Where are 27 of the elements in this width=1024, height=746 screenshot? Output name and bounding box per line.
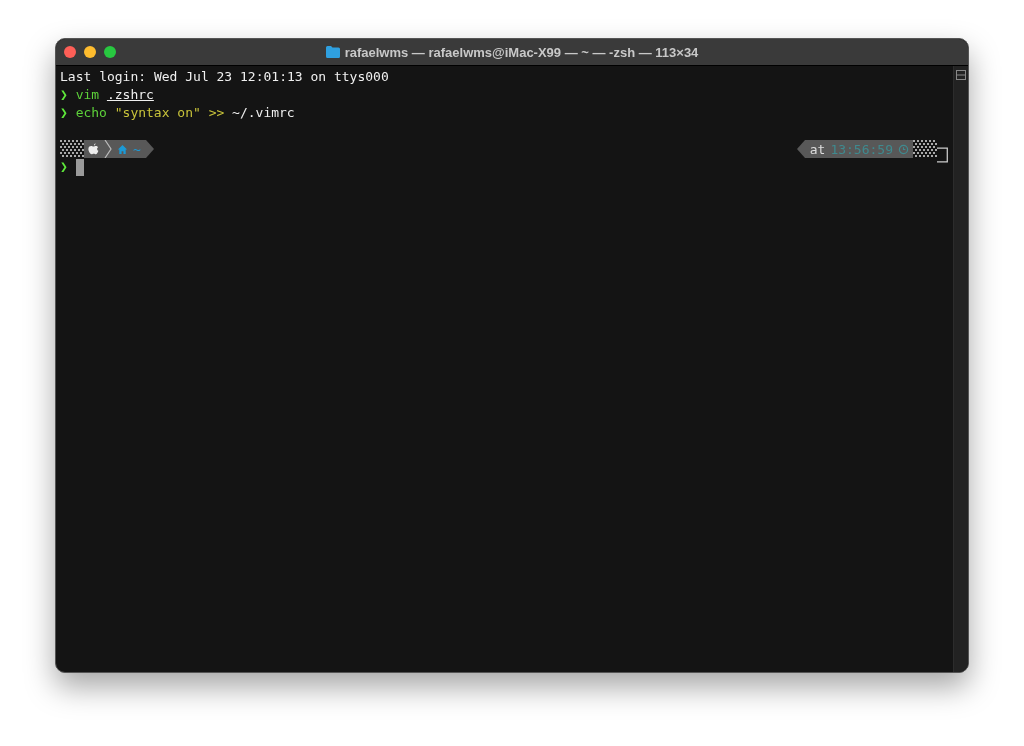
minimize-button[interactable]	[84, 46, 96, 58]
folder-icon	[325, 46, 340, 58]
apple-icon	[88, 142, 99, 156]
terminal-text: echo	[75, 104, 107, 122]
at-label: at	[809, 141, 826, 157]
text-cursor	[75, 158, 84, 176]
scrollbar[interactable]	[953, 66, 968, 672]
dither-block-icon	[913, 140, 937, 158]
home-icon	[117, 143, 128, 155]
split-pane-icon[interactable]	[956, 70, 966, 80]
terminal-text: .zshrc	[106, 86, 154, 104]
dither-block-icon	[60, 140, 84, 158]
corner-bracket-icon	[937, 145, 949, 165]
terminal-text: "syntax on"	[114, 104, 201, 122]
close-button[interactable]	[64, 46, 76, 58]
terminal-text: vim	[75, 86, 100, 104]
zoom-button[interactable]	[104, 46, 116, 58]
prompt-symbol: ❯	[60, 158, 68, 176]
clock-icon	[898, 143, 909, 155]
terminal-text: Last login: Wed Jul 23 12:01:13 on ttys000	[60, 68, 389, 86]
window-title: rafaelwms — rafaelwms@iMac-X99 — ~ — -zsh — 113×34	[344, 44, 699, 60]
chevron-separator-icon	[104, 140, 112, 158]
directory-label: ~	[133, 141, 141, 157]
terminal-text: >>	[208, 104, 225, 122]
terminal-text: ~/.vimrc	[232, 104, 295, 122]
prompt-symbol: ❯	[60, 86, 68, 104]
prompt-symbol: ❯	[60, 104, 68, 122]
